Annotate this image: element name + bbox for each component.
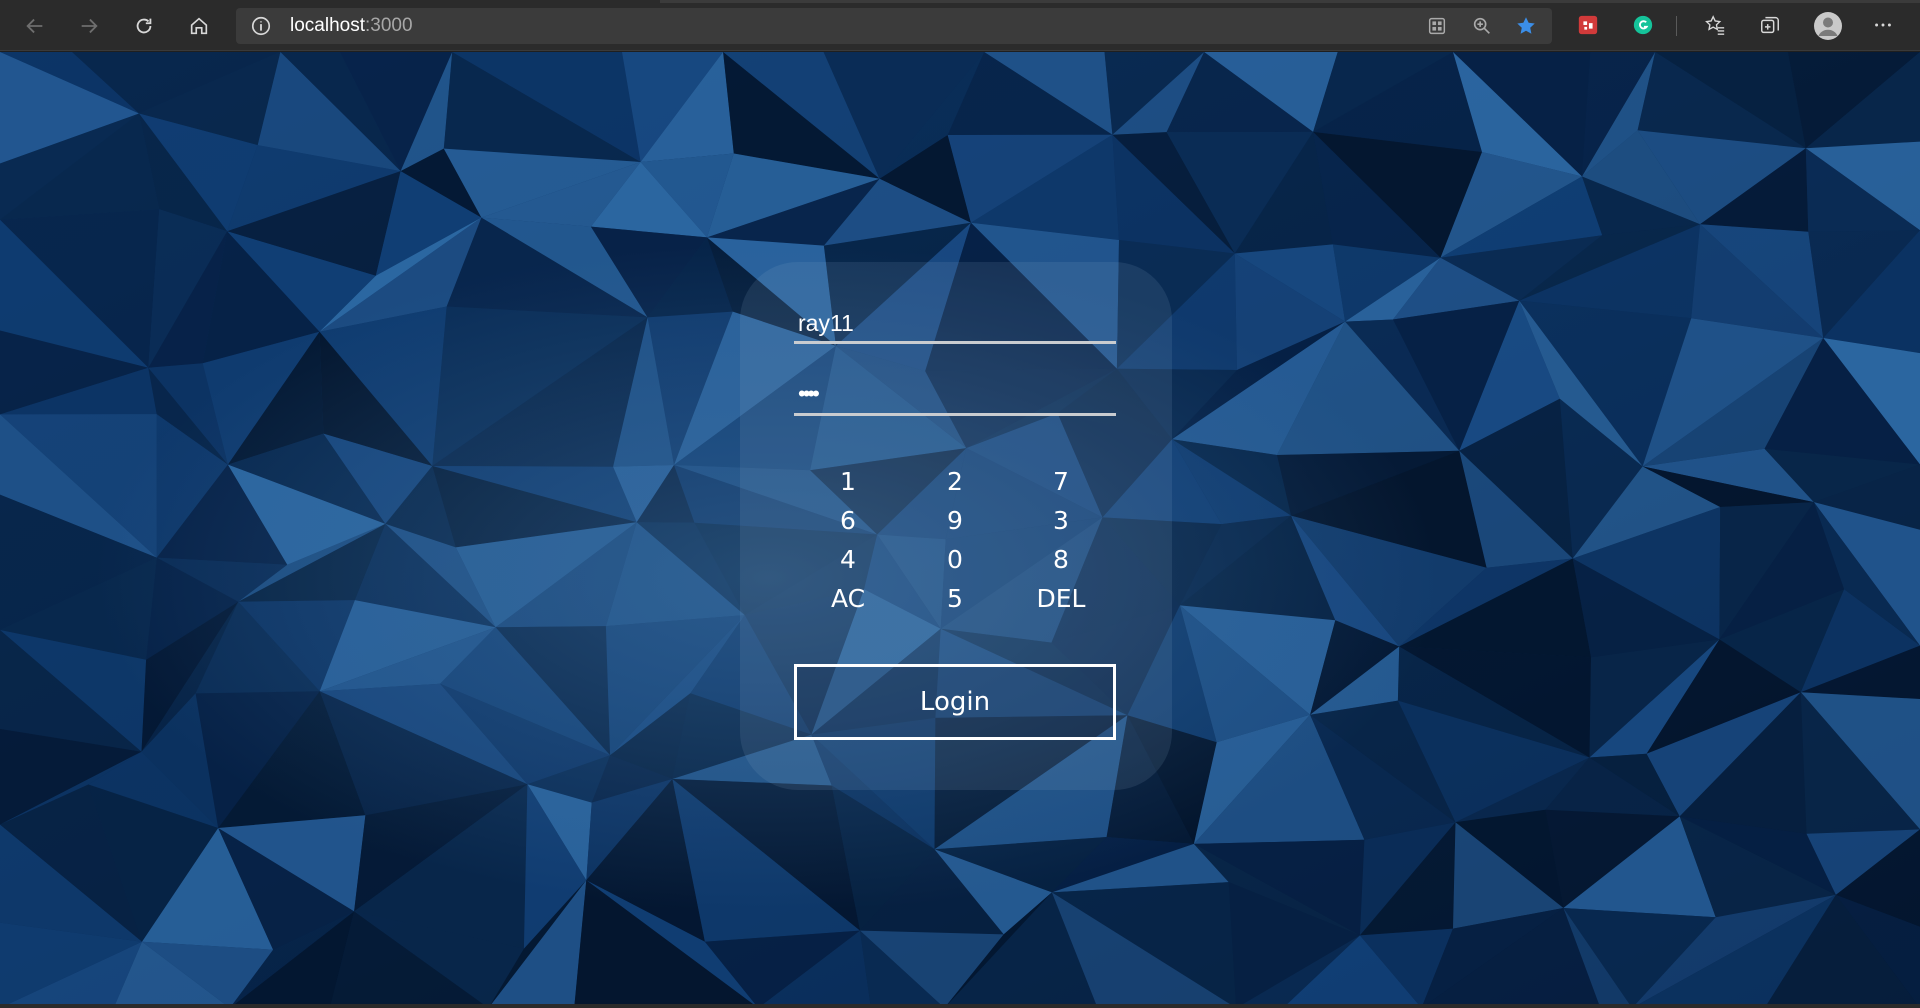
- arrow-left-icon: [26, 18, 43, 34]
- tab-strip: [0, 0, 1920, 3]
- reload-button[interactable]: [127, 9, 161, 43]
- password-value: ••••: [798, 381, 820, 406]
- home-button[interactable]: [182, 9, 216, 43]
- login-button[interactable]: Login: [794, 664, 1116, 740]
- delete-button[interactable]: DEL: [1011, 581, 1111, 617]
- login-card: ray11 •••• 1 2 7 6 9 3 4 0 8 AC 5 DEL Lo…: [740, 262, 1172, 790]
- more-button[interactable]: [1870, 12, 1896, 38]
- collections-icon: [1761, 16, 1779, 34]
- zoom-icon[interactable]: [1471, 15, 1493, 37]
- back-button[interactable]: [18, 9, 52, 43]
- home-icon: [190, 17, 208, 35]
- favorites-button[interactable]: [1702, 12, 1728, 38]
- toolbar-separator: [1676, 16, 1677, 36]
- reload-icon: [136, 18, 152, 34]
- url-port: :3000: [365, 15, 413, 36]
- grammarly-button[interactable]: [1630, 12, 1656, 38]
- url-host: localhost: [290, 15, 365, 36]
- key-button[interactable]: 0: [905, 542, 1005, 578]
- arrow-right-icon: [81, 18, 98, 34]
- key-button[interactable]: 4: [798, 542, 898, 578]
- key-button[interactable]: 5: [905, 581, 1005, 617]
- info-icon[interactable]: [250, 15, 272, 37]
- more-icon: [1875, 23, 1891, 27]
- key-button[interactable]: 7: [1011, 464, 1111, 500]
- url-text[interactable]: localhost:3000: [290, 15, 413, 37]
- address-bar[interactable]: localhost:3000: [236, 8, 1552, 44]
- key-button[interactable]: 6: [798, 503, 898, 539]
- password-field[interactable]: ••••: [794, 374, 1116, 416]
- app-grid-icon[interactable]: [1426, 15, 1448, 37]
- key-button[interactable]: 3: [1011, 503, 1111, 539]
- username-value: ray11: [798, 310, 854, 336]
- key-button[interactable]: 9: [905, 503, 1005, 539]
- grammarly-icon: [1633, 15, 1653, 35]
- page-viewport: ray11 •••• 1 2 7 6 9 3 4 0 8 AC 5 DEL Lo…: [0, 52, 1920, 1008]
- browser-toolbar: localhost:3000: [0, 0, 1920, 51]
- collections-button[interactable]: [1757, 12, 1783, 38]
- profile-avatar-icon: [1814, 12, 1842, 40]
- bottom-edge: [0, 1004, 1920, 1008]
- key-button[interactable]: 1: [798, 464, 898, 500]
- profile-button[interactable]: [1813, 11, 1843, 41]
- favorites-icon: [1705, 15, 1725, 35]
- username-field[interactable]: ray11: [794, 302, 1116, 344]
- key-button[interactable]: 2: [905, 464, 1005, 500]
- key-button[interactable]: 8: [1011, 542, 1111, 578]
- star-icon[interactable]: [1515, 15, 1537, 37]
- pin-keypad: 1 2 7 6 9 3 4 0 8 AC 5 DEL: [794, 464, 1116, 624]
- clear-all-button[interactable]: AC: [798, 581, 898, 617]
- forward-button[interactable]: [72, 9, 106, 43]
- red-extension-button[interactable]: [1575, 12, 1601, 38]
- red-extension-icon: [1578, 15, 1598, 35]
